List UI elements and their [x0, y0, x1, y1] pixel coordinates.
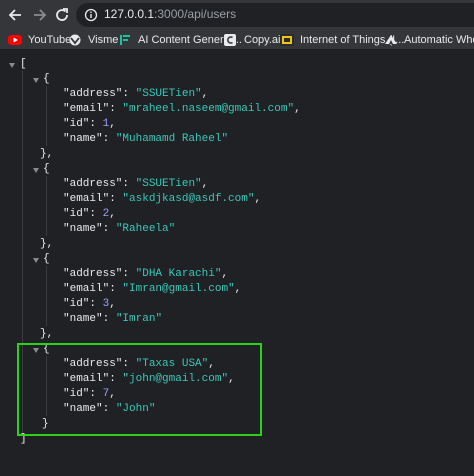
- id-entry: "id": 3,: [63, 298, 116, 310]
- indent-guide: [46, 266, 47, 326]
- url-path: :3000/api/users: [154, 7, 237, 21]
- object-close-brace: },: [40, 148, 54, 160]
- bookmark-label: Visme: [88, 34, 119, 46]
- bookmark-visme[interactable]: Visme: [68, 32, 118, 48]
- url-text: 127.0.0.1:3000/api/users: [104, 7, 236, 21]
- id-entry: "id": 2,: [63, 208, 116, 220]
- email-entry: "email": "Imran@gmail.com",: [63, 283, 242, 295]
- site-info-icon[interactable]: [84, 8, 98, 22]
- bookmarks-bar: YouTube Visme AI Content Generat... Copy…: [0, 30, 474, 50]
- automatic-icon: [385, 35, 397, 44]
- collapse-triangle-icon[interactable]: [33, 168, 39, 173]
- reload-icon: [56, 8, 68, 21]
- name-entry: "name": "Muhamamd Raheel": [63, 133, 229, 145]
- object-open-brace: {: [43, 253, 50, 265]
- bookmark-label: YouTube: [28, 34, 72, 46]
- browser-toolbar: 127.0.0.1:3000/api/users: [0, 0, 474, 30]
- bookmark-youtube[interactable]: YouTube: [8, 32, 71, 48]
- address-entry: "address": "SSUETien",: [63, 88, 209, 100]
- ai-content-icon: [120, 35, 130, 45]
- iot-icon: [280, 34, 294, 46]
- highlight-box: [17, 343, 262, 436]
- forward-button[interactable]: [29, 5, 49, 25]
- object-open-brace: {: [43, 163, 50, 175]
- open-bracket: [: [20, 58, 27, 70]
- email-entry: "email": "mraheel.naseem@gmail.com",: [63, 103, 301, 115]
- bookmark-automatic[interactable]: Automatic Whole F: [384, 32, 474, 48]
- collapse-triangle-icon[interactable]: [9, 63, 15, 68]
- copy-ai-icon: [224, 34, 236, 46]
- back-arrow-icon: [8, 9, 21, 21]
- bookmark-label: Copy.ai: [244, 34, 281, 46]
- collapse-triangle-icon[interactable]: [33, 258, 39, 263]
- youtube-icon: [8, 35, 22, 45]
- back-button[interactable]: [6, 5, 26, 25]
- object-close-brace: },: [40, 238, 54, 250]
- indent-guide: [46, 176, 47, 236]
- email-entry: "email": "askdjkasd@asdf.com",: [63, 193, 262, 205]
- address-bar[interactable]: 127.0.0.1:3000/api/users: [76, 3, 474, 27]
- visme-icon: [69, 34, 81, 46]
- indent-guide: [46, 86, 47, 146]
- bookmark-copy-ai[interactable]: Copy.ai: [224, 32, 280, 48]
- address-entry: "address": "DHA Karachi",: [63, 268, 229, 280]
- collapse-triangle-icon[interactable]: [33, 78, 39, 83]
- object-close-brace: },: [40, 328, 54, 340]
- object-open-brace: {: [43, 73, 50, 85]
- bookmark-label: Automatic Whole F: [404, 34, 474, 46]
- url-host: 127.0.0.1: [104, 7, 155, 21]
- address-entry: "address": "SSUETien",: [63, 178, 209, 190]
- name-entry: "name": "Imran": [63, 313, 163, 325]
- forward-arrow-icon: [34, 9, 47, 21]
- id-entry: "id": 1,: [63, 118, 116, 130]
- reload-button[interactable]: [52, 5, 72, 25]
- name-entry: "name": "Raheela": [63, 223, 176, 235]
